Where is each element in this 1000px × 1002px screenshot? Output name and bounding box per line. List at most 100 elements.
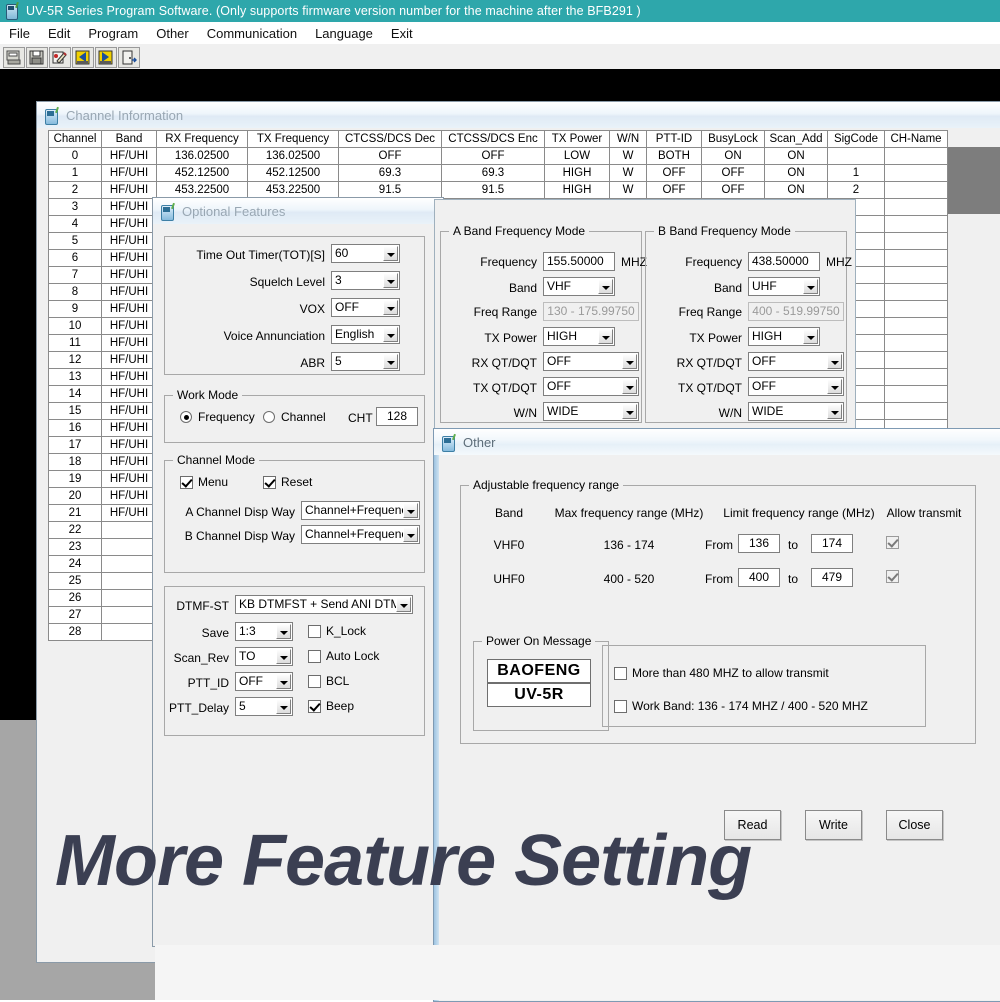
pttid-value[interactable]: OFF — [235, 672, 293, 691]
read-button[interactable]: Read — [724, 810, 781, 840]
voice-annunciation-value[interactable]: English — [331, 325, 400, 344]
cell-channel[interactable]: 3 — [48, 198, 102, 216]
cell-power[interactable]: HIGH — [544, 164, 610, 182]
cell-dec[interactable]: 91.5 — [338, 181, 442, 199]
band-a-power-dropdown[interactable]: HIGH — [543, 327, 615, 349]
cell-name[interactable] — [884, 402, 948, 420]
band-a-band-value[interactable]: VHF — [543, 277, 615, 296]
cell-channel[interactable]: 24 — [48, 555, 102, 573]
cell-channel[interactable]: 25 — [48, 572, 102, 590]
cell-name[interactable] — [884, 249, 948, 267]
cell-band[interactable]: HF/UHI — [101, 300, 157, 318]
col-sigcode[interactable]: SigCode — [827, 130, 885, 148]
cell-band[interactable]: HF/UHI — [101, 283, 157, 301]
cell-band[interactable] — [101, 623, 157, 641]
cell-sig[interactable]: 1 — [827, 164, 885, 182]
cell-rx[interactable]: 453.22500 — [156, 181, 248, 199]
cell-ptt[interactable]: BOTH — [646, 147, 702, 165]
vox-dropdown[interactable]: OFF — [331, 298, 400, 320]
cell-rx[interactable]: 452.12500 — [156, 164, 248, 182]
cell-band[interactable]: HF/UHI — [101, 232, 157, 250]
cell-name[interactable] — [884, 317, 948, 335]
cell-band[interactable]: HF/UHI — [101, 147, 157, 165]
cell-name[interactable] — [884, 181, 948, 199]
cell-band[interactable]: HF/UHI — [101, 470, 157, 488]
col-tx-freq[interactable]: TX Frequency — [247, 130, 339, 148]
exit-icon[interactable] — [118, 46, 140, 68]
col-ctcss-dec[interactable]: CTCSS/DCS Dec — [338, 130, 442, 148]
scanrev-dropdown[interactable]: TO — [235, 647, 293, 669]
cell-channel[interactable]: 0 — [48, 147, 102, 165]
band-b-txqt-dropdown[interactable]: OFF — [748, 377, 844, 399]
tot-dropdown[interactable]: 60 — [331, 244, 400, 266]
cell-channel[interactable]: 10 — [48, 317, 102, 335]
band-a-band-dropdown[interactable]: VHF — [543, 277, 615, 299]
power-on-line2-input[interactable]: UV-5R — [487, 683, 591, 707]
pttdelay-value[interactable]: 5 — [235, 697, 293, 716]
cell-channel[interactable]: 18 — [48, 453, 102, 471]
cell-band[interactable]: HF/UHI — [101, 351, 157, 369]
cell-band[interactable]: HF/UHI — [101, 368, 157, 386]
cell-scan[interactable]: ON — [764, 164, 828, 182]
cell-band[interactable] — [101, 555, 157, 573]
edit-icon[interactable] — [49, 46, 71, 68]
checkbox-menu[interactable]: Menu — [180, 475, 228, 489]
cell-channel[interactable]: 26 — [48, 589, 102, 607]
cell-band[interactable] — [101, 589, 157, 607]
read-from-radio-icon[interactable] — [72, 46, 94, 68]
save-value[interactable]: 1:3 — [235, 622, 293, 641]
col-ptt-id[interactable]: PTT-ID — [646, 130, 702, 148]
cell-dec[interactable]: 69.3 — [338, 164, 442, 182]
band-b-wn-dropdown[interactable]: WIDE — [748, 402, 844, 424]
tot-value[interactable]: 60 — [331, 244, 400, 263]
cell-band[interactable]: HF/UHI — [101, 198, 157, 216]
cell-band[interactable]: HF/UHI — [101, 181, 157, 199]
cell-busy[interactable]: OFF — [701, 164, 765, 182]
band-a-power-value[interactable]: HIGH — [543, 327, 615, 346]
open-icon[interactable] — [3, 46, 25, 68]
dtmfst-dropdown[interactable]: KB DTMFST + Send ANI DTM — [235, 595, 413, 617]
cell-channel[interactable]: 9 — [48, 300, 102, 318]
menu-file[interactable]: File — [0, 24, 39, 43]
col-wn[interactable]: W/N — [609, 130, 647, 148]
cell-tx[interactable]: 453.22500 — [247, 181, 339, 199]
voice-annunciation-dropdown[interactable]: English — [331, 325, 400, 347]
cell-channel[interactable]: 8 — [48, 283, 102, 301]
cell-channel[interactable]: 13 — [48, 368, 102, 386]
col-ctcss-enc[interactable]: CTCSS/DCS Enc — [441, 130, 545, 148]
checkbox-reset[interactable]: Reset — [263, 475, 312, 489]
cell-scan[interactable]: ON — [764, 181, 828, 199]
write-button[interactable]: Write — [805, 810, 862, 840]
cell-channel[interactable]: 2 — [48, 181, 102, 199]
cell-band[interactable]: HF/UHI — [101, 453, 157, 471]
row-vhf-from-input[interactable]: 136 — [738, 534, 780, 553]
cell-ptt[interactable]: OFF — [646, 181, 702, 199]
b-disp-value[interactable]: Channel+Frequency — [301, 525, 420, 544]
cell-channel[interactable]: 28 — [48, 623, 102, 641]
cell-band[interactable]: HF/UHI — [101, 164, 157, 182]
squelch-value[interactable]: 3 — [331, 271, 400, 290]
dtmfst-value[interactable]: KB DTMFST + Send ANI DTM — [235, 595, 413, 614]
checkbox-beep[interactable]: Beep — [308, 699, 354, 713]
cell-busy[interactable]: OFF — [701, 181, 765, 199]
cell-tx[interactable]: 452.12500 — [247, 164, 339, 182]
save-dropdown[interactable]: 1:3 — [235, 622, 293, 644]
cell-channel[interactable]: 27 — [48, 606, 102, 624]
band-b-power-dropdown[interactable]: HIGH — [748, 327, 820, 349]
cell-name[interactable] — [884, 232, 948, 250]
band-b-txqt-value[interactable]: OFF — [748, 377, 844, 396]
cell-sig[interactable] — [827, 147, 885, 165]
cell-busy[interactable]: ON — [701, 147, 765, 165]
cell-channel[interactable]: 14 — [48, 385, 102, 403]
row-uhf-to-input[interactable]: 479 — [811, 568, 853, 587]
cell-power[interactable]: HIGH — [544, 181, 610, 199]
band-a-wn-dropdown[interactable]: WIDE — [543, 402, 639, 424]
cell-band[interactable]: HF/UHI — [101, 487, 157, 505]
cell-name[interactable] — [884, 215, 948, 233]
cell-band[interactable]: HF/UHI — [101, 436, 157, 454]
cell-scan[interactable]: ON — [764, 147, 828, 165]
cell-name[interactable] — [884, 266, 948, 284]
cell-band[interactable]: HF/UHI — [101, 266, 157, 284]
menu-language[interactable]: Language — [306, 24, 382, 43]
cell-sig[interactable]: 2 — [827, 181, 885, 199]
